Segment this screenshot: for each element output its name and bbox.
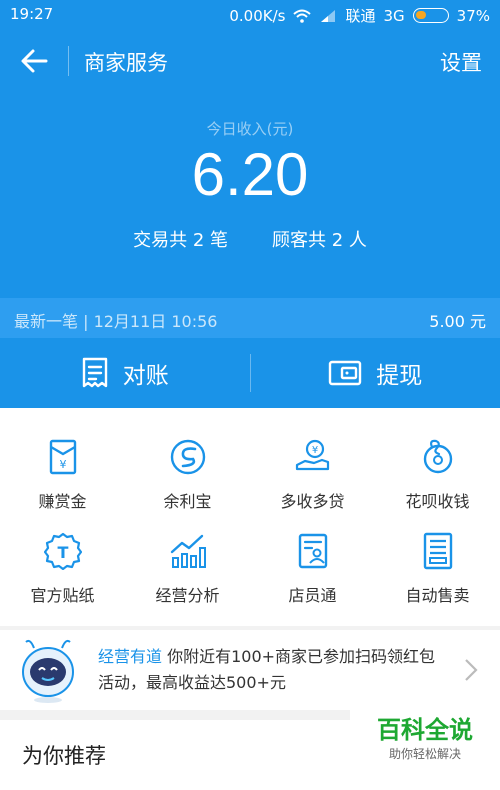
svg-text:¥: ¥ bbox=[311, 445, 317, 456]
chart-icon bbox=[170, 534, 206, 568]
promo-highlight: 经营有道 bbox=[98, 647, 163, 666]
latest-transaction-amount: 5.00 元 bbox=[429, 312, 486, 331]
yulibao-icon bbox=[170, 439, 205, 475]
service-analytics[interactable]: 经营分析 bbox=[125, 532, 250, 624]
service-loan[interactable]: ¥ 多收多贷 bbox=[250, 438, 375, 530]
huabei-icon bbox=[423, 439, 452, 474]
service-earn-bounty[interactable]: ¥ 赚赏金 bbox=[0, 438, 125, 530]
service-grid: ¥ 赚赏金 余利宝 ¥ 多收多贷 花呗收钱 T 官方贴纸 经营分析 店员通 自动… bbox=[0, 408, 500, 626]
service-sticker[interactable]: T 官方贴纸 bbox=[0, 532, 125, 624]
latest-transaction-time: 最新一笔 | 12月11日 10:56 bbox=[14, 312, 218, 331]
staff-icon bbox=[298, 533, 327, 569]
vending-icon bbox=[423, 532, 452, 570]
reconcile-label: 对账 bbox=[122, 363, 169, 389]
withdraw-label: 提现 bbox=[376, 363, 423, 389]
svg-text:T: T bbox=[57, 543, 68, 562]
service-staff[interactable]: 店员通 bbox=[250, 532, 375, 624]
sticker-icon: T bbox=[43, 532, 82, 570]
app-bar: 商家服务 设置 bbox=[0, 28, 500, 96]
loan-hand-icon: ¥ bbox=[295, 439, 329, 471]
robot-mascot-icon bbox=[22, 639, 74, 703]
settings-button[interactable]: 设置 bbox=[440, 47, 482, 77]
promo-text: 经营有道 你附近有100+商家已参加扫码领红包活动，最高收益达500+元 bbox=[98, 644, 448, 696]
wallet-icon bbox=[329, 360, 362, 386]
chevron-right-icon bbox=[465, 659, 478, 681]
income-summary: 今日收入(元) 6.20 交易共 2 笔 顾客共 2 人 bbox=[0, 96, 500, 298]
transaction-count: 交易共 2 笔 bbox=[133, 230, 228, 251]
watermark-subtitle: 助你轻松解决 bbox=[388, 747, 461, 761]
back-arrow-icon[interactable] bbox=[18, 44, 52, 78]
service-label: 官方贴纸 bbox=[30, 586, 95, 605]
status-bar: 19:27 0.00K/s 联通 3G 37% bbox=[0, 0, 500, 28]
service-label: 经营分析 bbox=[155, 586, 220, 605]
carrier-label: 联通 bbox=[345, 7, 376, 25]
svg-text:¥: ¥ bbox=[59, 458, 66, 471]
recommend-title: 为你推荐 bbox=[22, 744, 106, 768]
withdraw-button[interactable]: 提现 bbox=[251, 338, 500, 408]
wifi-icon bbox=[293, 9, 312, 23]
network-speed: 0.00K/s bbox=[229, 6, 286, 25]
income-label: 今日收入(元) bbox=[206, 120, 294, 138]
receipt-icon bbox=[82, 357, 107, 388]
reconcile-button[interactable]: 对账 bbox=[0, 338, 250, 408]
page-title: 商家服务 bbox=[84, 51, 168, 75]
service-vending[interactable]: 自动售卖 bbox=[375, 532, 500, 624]
battery-icon bbox=[412, 8, 449, 23]
signal-icon bbox=[321, 9, 336, 22]
promo-banner[interactable]: 经营有道 你附近有100+商家已参加扫码领红包活动，最高收益达500+元 bbox=[0, 630, 500, 710]
status-time: 19:27 bbox=[10, 5, 54, 23]
app-bar-divider bbox=[68, 46, 69, 76]
network-type: 3G bbox=[383, 6, 405, 25]
watermark: 百科全说 助你轻松解决 bbox=[350, 704, 500, 762]
action-bar: 对账 提现 bbox=[0, 338, 500, 408]
service-label: 赚赏金 bbox=[38, 492, 87, 511]
latest-transaction[interactable]: 最新一笔 | 12月11日 10:56 5.00 元 bbox=[0, 298, 500, 338]
battery-percent: 37% bbox=[456, 6, 490, 25]
income-amount: 6.20 bbox=[191, 141, 309, 208]
service-label: 花呗收钱 bbox=[405, 492, 470, 511]
service-label: 余利宝 bbox=[163, 492, 212, 511]
red-envelope-icon: ¥ bbox=[49, 439, 76, 475]
service-huabei[interactable]: 花呗收钱 bbox=[375, 438, 500, 530]
customer-count: 顾客共 2 人 bbox=[272, 230, 367, 251]
service-label: 自动售卖 bbox=[405, 586, 470, 605]
watermark-title: 百科全说 bbox=[377, 716, 473, 744]
service-label: 店员通 bbox=[288, 586, 337, 605]
service-label: 多收多贷 bbox=[280, 492, 345, 511]
service-yulibao[interactable]: 余利宝 bbox=[125, 438, 250, 530]
